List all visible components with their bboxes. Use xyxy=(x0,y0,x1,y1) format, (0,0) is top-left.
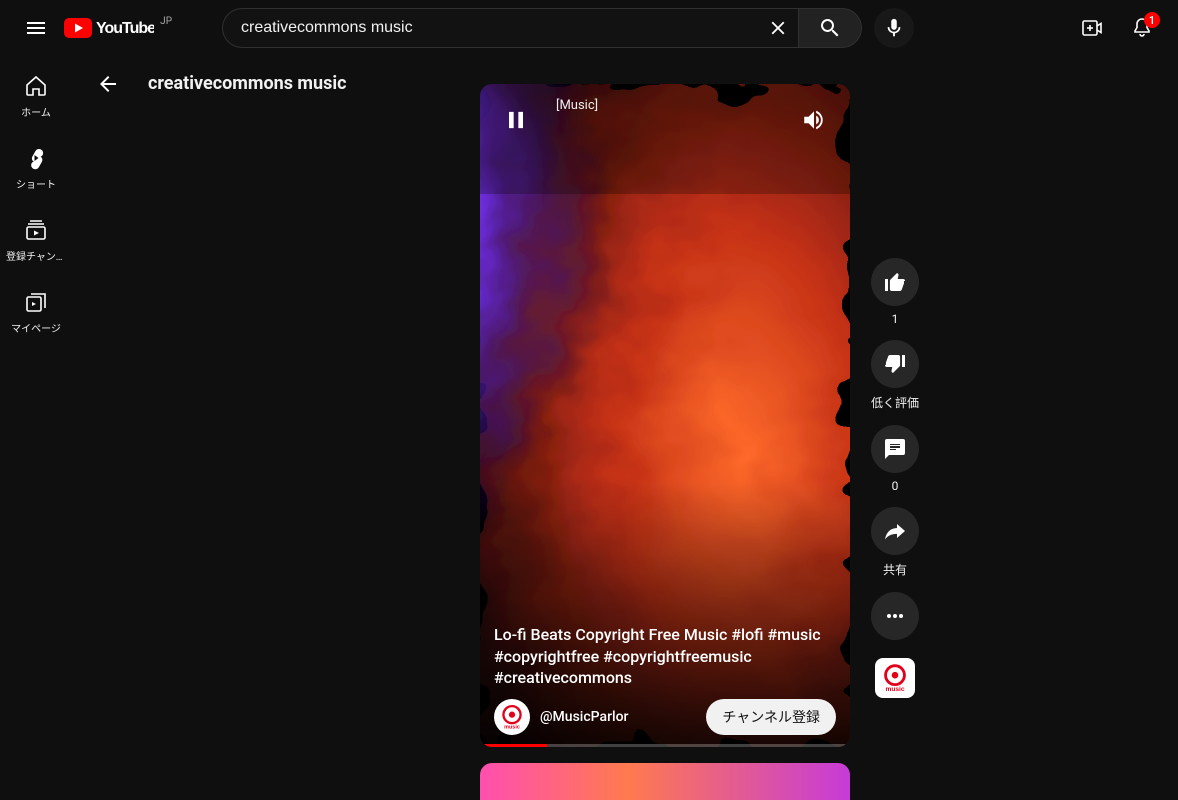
svg-text:YouTube: YouTube xyxy=(96,20,154,37)
subscriptions-icon xyxy=(24,218,48,242)
short-actions: 1 低く評価 0 共有 music xyxy=(866,258,924,698)
dislike-label: 低く評価 xyxy=(871,394,919,411)
share-button[interactable] xyxy=(871,507,919,555)
search-button[interactable] xyxy=(798,8,862,48)
back-button[interactable] xyxy=(88,64,128,104)
country-code: JP xyxy=(160,16,172,27)
sidebar-item-label: マイページ xyxy=(11,320,61,335)
comments-button[interactable] xyxy=(871,425,919,473)
guide-menu-button[interactable] xyxy=(16,8,56,48)
sidebar-item-label: ショート xyxy=(16,176,56,191)
notifications-button[interactable]: 1 xyxy=(1122,8,1162,48)
library-icon xyxy=(24,290,48,314)
create-button[interactable] xyxy=(1072,8,1112,48)
sidebar-item-shorts[interactable]: ショート xyxy=(4,132,68,204)
next-short-preview[interactable] xyxy=(480,763,850,800)
shorts-icon xyxy=(24,146,48,170)
sidebar-item-label: 登録チャンネル xyxy=(6,248,66,263)
comment-count: 0 xyxy=(892,479,899,493)
dislike-button[interactable] xyxy=(871,340,919,388)
short-title: Lo-fi Beats Copyright Free Music #lofi #… xyxy=(494,624,836,689)
sidebar-item-home[interactable]: ホーム xyxy=(4,60,68,132)
audio-channel-chip[interactable]: music xyxy=(875,658,915,698)
voice-search-button[interactable] xyxy=(874,8,914,48)
search-box xyxy=(222,8,798,48)
mini-sidebar: ホーム ショート 登録チャンネル マイページ xyxy=(0,56,72,800)
content-header: creativecommons music xyxy=(72,56,346,111)
channel-avatar[interactable]: music xyxy=(494,699,530,735)
share-label: 共有 xyxy=(883,561,907,578)
like-count: 1 xyxy=(892,312,899,326)
sidebar-item-label: ホーム xyxy=(21,104,51,119)
sidebar-item-subscriptions[interactable]: 登録チャンネル xyxy=(4,204,68,276)
sidebar-item-library[interactable]: マイページ xyxy=(4,276,68,348)
subscribe-button[interactable]: チャンネル登録 xyxy=(706,699,836,735)
like-button[interactable] xyxy=(871,258,919,306)
volume-button[interactable] xyxy=(794,100,834,140)
clear-search-button[interactable] xyxy=(762,12,794,44)
pause-button[interactable] xyxy=(496,100,536,140)
more-button[interactable] xyxy=(871,592,919,640)
topbar: YouTube JP 1 xyxy=(0,0,1178,56)
caption-text: [Music] xyxy=(556,98,598,113)
short-player[interactable]: [Music] Lo-fi Beats Copyright Free Music… xyxy=(480,84,850,747)
svg-text:music: music xyxy=(885,686,904,693)
notification-badge: 1 xyxy=(1144,12,1160,28)
youtube-logo[interactable]: YouTube JP xyxy=(64,18,154,38)
page-title: creativecommons music xyxy=(148,73,346,94)
channel-handle[interactable]: @MusicParlor xyxy=(540,709,628,725)
progress-bar[interactable] xyxy=(480,744,850,747)
home-icon xyxy=(24,74,48,98)
search-input[interactable] xyxy=(239,18,762,38)
svg-text:music: music xyxy=(504,725,520,731)
